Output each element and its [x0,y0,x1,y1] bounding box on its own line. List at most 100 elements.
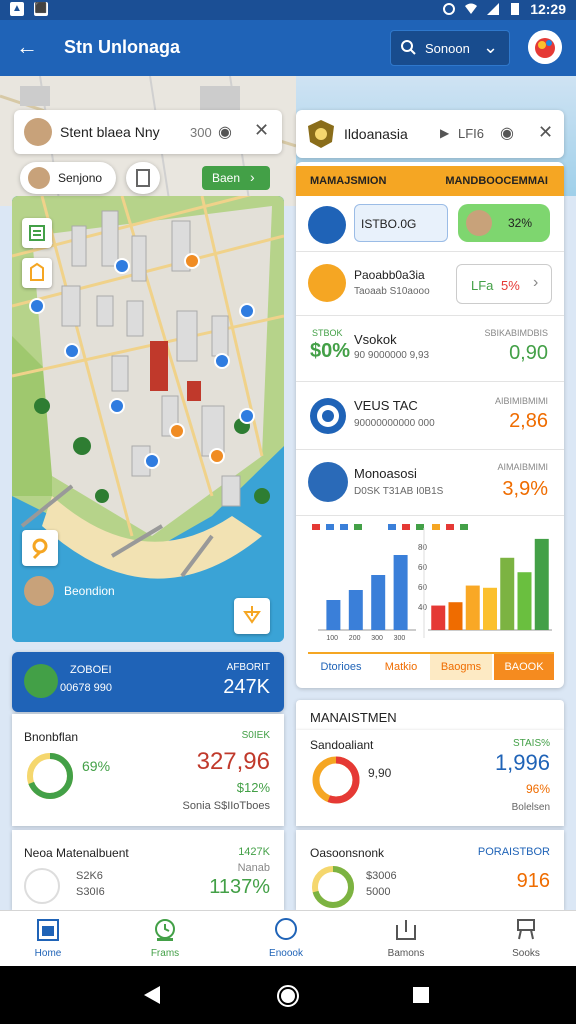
stat3-right-sub: Nanab [237,862,270,874]
home-circle-icon[interactable] [276,984,300,1008]
stat-card-1[interactable]: ZOBOEI 00678 990 AFBORIT 247K [12,652,284,712]
chart-tabs: Dtorioes Matkio Baogms BAOOK [308,652,554,680]
nav-frams[interactable]: Frams [125,917,205,959]
close-icon[interactable]: ✕ [538,122,553,143]
tab-1[interactable]: Matkio [374,654,428,680]
row5-right-label: AIMAIBMIMI [497,462,548,472]
signal-icon [487,3,500,15]
stat2-pct: 69% [82,758,111,774]
chart1-bar [371,575,386,630]
row3-right-value: 0,90 [509,342,548,364]
map-filter-button[interactable] [234,598,270,634]
chevron-right-icon: › [250,169,255,185]
locate-button[interactable] [22,530,58,566]
play-icon[interactable]: ▶ [440,126,449,140]
battery-icon [511,3,520,15]
donut-chart [27,753,73,799]
right-card3-value2: 5000 [366,886,391,898]
value-input-text: ISTBO.0G [361,217,417,231]
chart1-legend-swatch [312,524,320,530]
stat2-footer: Sonia S$IIoTboes [182,800,270,812]
location-card[interactable]: Stent blaea Nny 300 ◉ ✕ [14,110,282,154]
chart1-bar [326,600,341,630]
row2-subtitle: Taoaab S10aooo [354,286,430,297]
stat-card-3[interactable]: Neoa Matenalbuent S2K6 S30I6 1427K Nanab… [12,830,284,910]
arrow-down-icon [243,606,261,624]
panel-row-4[interactable]: VEUS TAC 90000000000 000 AIBIMIBMIMI 2,8… [296,382,564,450]
nav-sooks[interactable]: Sooks [486,917,566,959]
nav-sooks-label: Sooks [512,948,540,959]
back-icon[interactable] [142,984,162,1006]
value-input[interactable]: ISTBO.0G [354,204,448,242]
panel-row-3[interactable]: STBOK $0% Vsokok 90 9000000 9,93 SBIKABI… [296,316,564,382]
back-arrow-icon[interactable]: ← [16,34,38,60]
tray-icon [396,920,416,940]
chip-label: Senjono [58,171,103,185]
right-card1-title: MANAISTMEN [310,710,397,725]
app-title: Stn Unlonaga [64,37,180,57]
chart1-bar [348,590,363,630]
row2-tag[interactable]: LFa 5% › [456,264,552,304]
system-nav-bar [0,966,576,1024]
chart2-legend-swatch [460,524,468,530]
panel-row-5[interactable]: Monoasosi D0SK T31AB I0B1S AIMAIBMIMI 3,… [296,450,564,516]
panel-row-2[interactable]: Paoabb0a3ia Taoaab S10aooo LFa 5% › [296,252,564,316]
building-chip[interactable] [126,162,160,194]
stat3-value1: S2K6 [76,870,103,882]
region-card[interactable]: Ildoanasia ▶ LFI6 ◉ ✕ [296,110,564,158]
management-panel: MAMAJSMION MANDBOOCEMMAI ISTBO.0G 32% Pa… [296,162,564,688]
building-button[interactable] [22,258,52,288]
nav-enoook[interactable]: Enoook [246,917,326,959]
tab-0[interactable]: Dtorioes [308,654,374,680]
person-avatar [308,462,348,502]
chart1-y-tick: 40 [418,603,427,612]
stat-card-2[interactable]: Bnonbflan 69% S0IEK 327,96 $12% Sonia S$… [12,714,284,826]
tab-3[interactable]: BAOOK [494,654,554,680]
building-icon [30,262,44,281]
document-icon [24,868,60,904]
close-icon[interactable]: ✕ [254,120,269,141]
panel-row-1: ISTBO.0G 32% [296,196,564,252]
chart1-y-tick: 60 [418,583,427,592]
notification-icon: ▲ [10,2,24,16]
search-icon[interactable]: ◉ [500,123,514,143]
right-card2-value: 9,90 [368,766,392,780]
stat1-right-title: AFBORIT [226,662,270,673]
nav-bamons[interactable]: Bamons [366,917,446,959]
stat2-pct2: $12% [236,780,270,795]
app-bar: ← Stn Unlonaga Sonoon ⌄ [0,20,576,76]
place-thumbnail [24,576,54,606]
chart1-legend-swatch [416,524,424,530]
row3-value-left: $0% [310,340,351,362]
profile-avatar[interactable] [528,30,562,64]
right-card2-title: Sandoaliant [310,738,374,752]
chart1-y-tick: 80 [418,543,427,552]
city-map[interactable]: Beondion [12,196,284,642]
filter-chip[interactable]: Senjono [20,162,116,194]
info-icon[interactable]: ◉ [218,122,232,142]
recents-icon[interactable] [412,986,430,1004]
stat3-value2: S30I6 [76,886,105,898]
green-tag[interactable]: Baen › [202,166,270,190]
search-icon [401,40,416,55]
right-card-1[interactable]: MANAISTMEN [296,700,564,730]
status-bar: ▲ ⬛ 12:29 [0,0,576,20]
right-card-2[interactable]: Sandoaliant 9,90 STAIS% 1,996 96% Bolels… [296,730,564,826]
right-card-3[interactable]: Oasoonsnonk $3006 5000 PORAISTBOR 916 [296,830,564,910]
donut-chart [312,866,354,908]
tab-2[interactable]: Baogms [430,654,492,680]
right-card3-big-value: 916 [516,870,550,892]
chart1-y-tick: 60 [418,563,427,572]
chart2-bar [483,587,497,630]
search-dropdown[interactable]: Sonoon ⌄ [390,30,510,66]
row5-right-value: 3,9% [502,478,548,500]
chart2-bar [431,605,446,630]
bar-charts: 80 60 60 40 100 200 300 300 [312,524,552,642]
layers-button[interactable] [22,218,52,248]
right-card2-pct: 96% [525,782,550,796]
row5-title: Monoasosi [354,466,417,481]
chip-avatar [28,167,50,189]
nav-home[interactable]: Home [8,917,88,959]
percent-badge[interactable]: 32% [458,204,550,242]
stat3-big-value: 1137% [209,876,270,898]
